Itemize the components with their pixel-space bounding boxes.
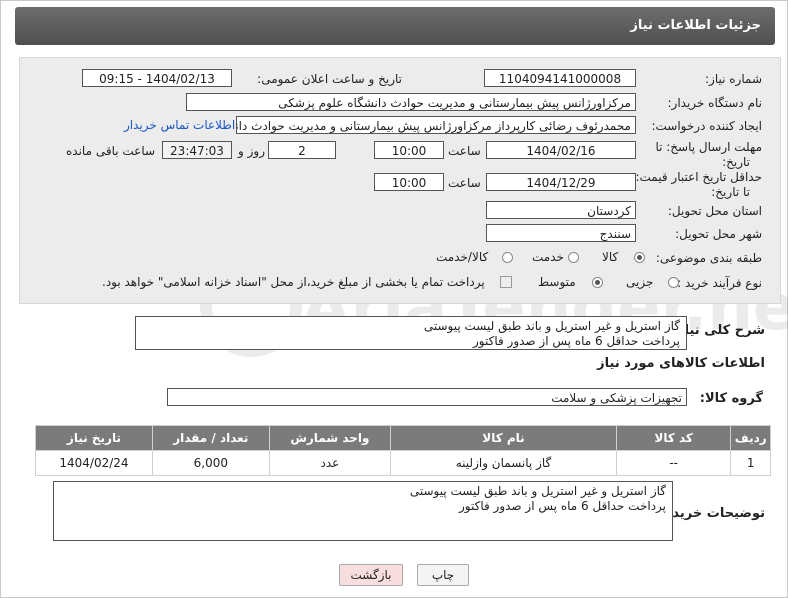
deadline-label-date: تاریخ: — [722, 155, 750, 169]
remaining-days-field[interactable]: 2 — [268, 141, 336, 159]
col-quantity: تعداد / مقدار — [151, 425, 270, 451]
category-service-label: خدمت — [532, 250, 564, 264]
creator-field[interactable]: محمدرئوف رضائی کارپرداز مرکزاورژانس پیش … — [236, 116, 636, 134]
need-number-field[interactable]: 1104094141000008 — [484, 69, 636, 87]
panel-title: جزئیات اطلاعات نیاز — [630, 18, 761, 33]
print-button[interactable]: چاپ — [417, 564, 469, 586]
category-goods-label: کالا — [602, 250, 619, 264]
process-minor-label: جزیی — [626, 275, 654, 289]
deadline-time-field[interactable]: 10:00 — [374, 141, 444, 159]
treasury-payment-note: پرداخت تمام یا بخشی از مبلغ خرید،از محل … — [102, 275, 485, 289]
buyer-notes-textarea[interactable]: گاز استریل و غیر استریل و باند طبق لیست … — [53, 481, 673, 541]
remaining-time-field[interactable]: 23:47:03 — [162, 141, 232, 159]
cell-row: 1 — [730, 450, 771, 476]
price-validity-label-date: تا تاریخ: — [711, 185, 750, 199]
deadline-date-field[interactable]: 1404/02/16 — [486, 141, 636, 159]
col-need-date: تاریخ نیاز — [35, 425, 153, 451]
announce-label: تاریخ و ساعت اعلان عمومی: — [257, 72, 402, 86]
price-time-field[interactable]: 10:00 — [374, 173, 444, 191]
details-panel: جزئیات اطلاعات نیاز AriaTender.neT شماره… — [0, 0, 788, 598]
description-textarea[interactable]: گاز استریل و غیر استریل و باند طبق لیست … — [135, 316, 687, 350]
need-info-form: شماره نیاز: 1104094141000008 تاریخ و ساع… — [19, 57, 781, 304]
price-validity-label: حداقل تاریخ اعتبار قیمت: — [635, 170, 762, 184]
buyer-contact-link[interactable]: اطلاعات تماس خریدار — [124, 118, 235, 132]
city-label: شهر محل تحویل: — [675, 227, 762, 241]
category-label: طبقه بندی موضوعی: — [655, 251, 762, 265]
deadline-label: مهلت ارسال پاسخ: تا — [655, 140, 762, 154]
category-both-label: کالا/خدمت — [436, 250, 489, 264]
process-medium-label: متوسط — [538, 275, 576, 289]
goods-table-header: ردیف کد کالا نام کالا واحد شمارش تعداد /… — [35, 425, 771, 451]
col-unit: واحد شمارش — [268, 425, 392, 451]
process-label: نوع فرآیند خرید : — [677, 276, 762, 290]
col-code: کد کالا — [615, 425, 732, 451]
goods-section-title: اطلاعات کالاهای مورد نیاز — [597, 356, 765, 371]
goods-group-field[interactable]: تجهیزات پزشکی و سلامت — [167, 388, 687, 406]
days-label: روز و — [238, 144, 265, 158]
category-both-radio[interactable] — [502, 252, 513, 263]
category-service-radio[interactable] — [568, 252, 579, 263]
col-name: نام کالا — [390, 425, 617, 451]
creator-label: ایجاد کننده درخواست: — [651, 119, 762, 133]
deadline-time-label: ساعت — [448, 144, 481, 158]
treasury-payment-checkbox[interactable] — [500, 276, 512, 288]
cell-unit: عدد — [268, 450, 392, 476]
process-medium-radio[interactable] — [592, 277, 603, 288]
process-minor-radio[interactable] — [668, 277, 679, 288]
buyer-label: نام دستگاه خریدار: — [667, 96, 763, 110]
remaining-time-label: ساعت باقی مانده — [66, 144, 156, 158]
price-date-field[interactable]: 1404/12/29 — [486, 173, 636, 191]
cell-code: -- — [615, 450, 732, 476]
need-number-label: شماره نیاز: — [705, 72, 762, 86]
cell-quantity: 6,000 — [151, 450, 270, 476]
panel-header: جزئیات اطلاعات نیاز — [15, 7, 775, 45]
buyer-field[interactable]: مرکزاورژانس پیش بیمارستانی و مدیریت حواد… — [186, 93, 636, 111]
category-goods-radio[interactable] — [634, 252, 645, 263]
price-time-label: ساعت — [448, 176, 481, 190]
table-row[interactable]: 1 -- گاز پانسمان وازلینه عدد 6,000 1404/… — [35, 450, 771, 476]
goods-table: ردیف کد کالا نام کالا واحد شمارش تعداد /… — [35, 425, 771, 476]
cell-need-date: 1404/02/24 — [35, 450, 153, 476]
col-row: ردیف — [730, 425, 771, 451]
goods-group-label: گروه کالا: — [699, 391, 763, 406]
province-label: استان محل تحویل: — [667, 204, 762, 218]
announce-datetime-field[interactable]: 1404/02/13 - 09:15 — [82, 69, 232, 87]
back-button[interactable]: بازگشت — [339, 564, 403, 586]
province-field[interactable]: کردستان — [486, 201, 636, 219]
city-field[interactable]: سنندج — [486, 224, 636, 242]
cell-name: گاز پانسمان وازلینه — [390, 450, 617, 476]
